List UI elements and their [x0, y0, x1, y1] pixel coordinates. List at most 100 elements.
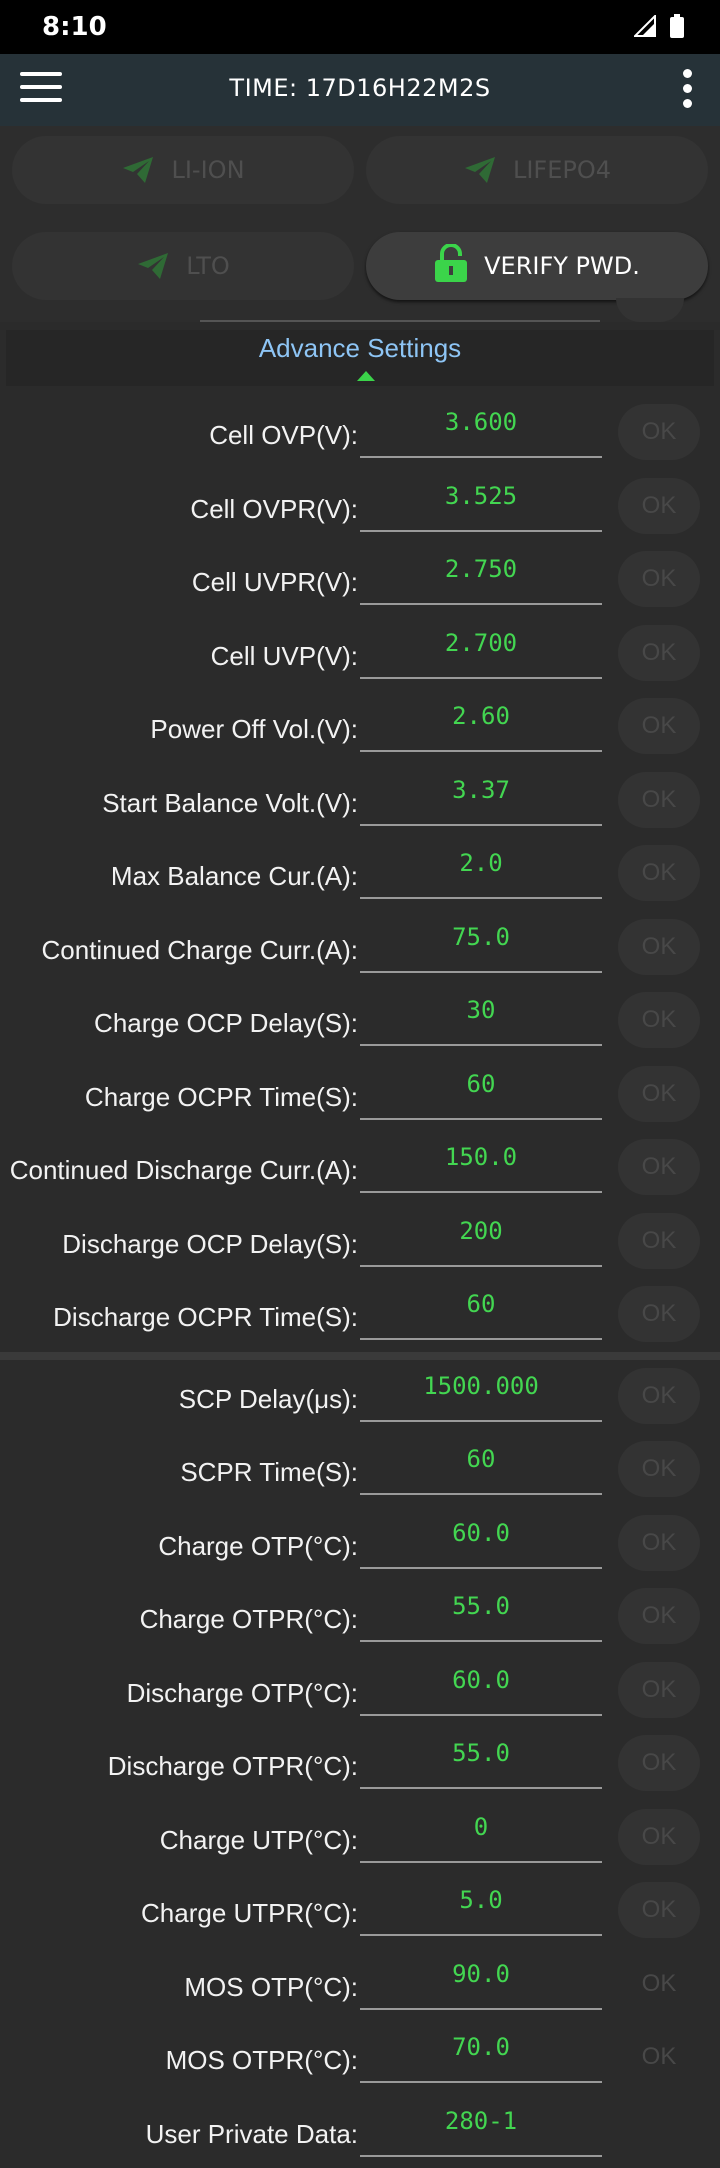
setting-row: Discharge OTPR(°C):55.0OK	[6, 1727, 714, 1801]
setting-row: User Private Data:280-1	[6, 2095, 714, 2168]
setting-value-field[interactable]: 90.0	[360, 1954, 602, 2010]
setting-row: SCPR Time(S):60 OK	[6, 1433, 714, 1507]
setting-label: Discharge OCP Delay(S):	[62, 1229, 358, 1260]
setting-label: Charge OTPR(°C):	[140, 1604, 358, 1635]
setting-label: Max Balance Cur.(A):	[111, 861, 358, 892]
ok-button[interactable]: OK	[618, 1368, 700, 1424]
setting-row: Charge OTPR(°C):55.0 OK	[6, 1580, 714, 1654]
setting-value-field[interactable]: 60	[360, 1284, 602, 1340]
unlock-icon	[434, 244, 468, 288]
setting-row: Continued Charge Curr.(A):75.0 OK	[6, 911, 714, 985]
ok-button[interactable]: OK	[618, 1213, 700, 1269]
setting-value-field[interactable]: 60.0	[360, 1513, 602, 1569]
setting-label: Charge UTPR(°C):	[141, 1898, 358, 1929]
setting-value-field[interactable]: 1500.000	[360, 1366, 602, 1422]
ok-button[interactable]: OK	[618, 625, 700, 681]
ok-button[interactable]: OK	[618, 919, 700, 975]
setting-value-field[interactable]: 2.0	[360, 843, 602, 899]
paper-plane-icon	[463, 156, 497, 184]
ok-button[interactable]: OK	[618, 1735, 700, 1791]
settings-list: Cell OVP(V):3.600OKCell OVPR(V):3.525OKC…	[6, 396, 714, 2168]
ok-button[interactable]: OK	[618, 1882, 700, 1938]
ok-button[interactable]: OK	[618, 845, 700, 901]
ok-button[interactable]: OK	[618, 1286, 700, 1342]
lifepo4-label: LIFEPO4	[513, 156, 611, 184]
setting-label: SCP Delay(μs):	[179, 1384, 358, 1415]
setting-row: Cell OVPR(V):3.525OK	[6, 470, 714, 544]
setting-label: Cell OVP(V):	[209, 420, 358, 451]
verify-password-button[interactable]: VERIFY PWD.	[366, 232, 708, 300]
ok-button[interactable]: OK	[618, 1066, 700, 1122]
ok-button[interactable]: OK	[618, 551, 700, 607]
setting-label: MOS OTPR(°C):	[166, 2045, 358, 2076]
signal-icon	[634, 15, 656, 37]
li-ion-button[interactable]: LI-ION	[12, 136, 354, 204]
li-ion-label: LI-ION	[171, 156, 244, 184]
lifepo4-button[interactable]: LIFEPO4	[366, 136, 708, 204]
setting-row: Charge OTP(°C):60.0OK	[6, 1507, 714, 1581]
ok-button[interactable]: OK	[618, 698, 700, 754]
setting-label: Charge OCP Delay(S):	[94, 1008, 358, 1039]
setting-value-field[interactable]: 150.0	[360, 1137, 602, 1193]
setting-label: Charge OCPR Time(S):	[85, 1082, 358, 1113]
setting-label: SCPR Time(S):	[180, 1457, 358, 1488]
setting-value-field[interactable]: 3.525	[360, 476, 602, 532]
setting-row: Continued Discharge Curr.(A):150.0OK	[6, 1131, 714, 1205]
setting-value-field[interactable]: 2.60	[360, 696, 602, 752]
setting-value-field[interactable]: 2.750	[360, 549, 602, 605]
setting-value-field[interactable]: 60.0	[360, 1660, 602, 1716]
status-bar: 8:10	[0, 0, 720, 54]
ok-button[interactable]: OK	[618, 1139, 700, 1195]
ok-button[interactable]: OK	[618, 1588, 700, 1644]
setting-row: Charge OCP Delay(S):30 OK	[6, 984, 714, 1058]
setting-row: Discharge OCP Delay(S):200 OK	[6, 1205, 714, 1279]
ok-button[interactable]: OK	[618, 1662, 700, 1718]
battery-icon	[670, 14, 684, 38]
setting-value-field[interactable]: 60	[360, 1439, 602, 1495]
setting-label: Cell UVPR(V):	[192, 567, 358, 598]
setting-value-field[interactable]: 55.0	[360, 1586, 602, 1642]
ok-button[interactable]: OK	[618, 2029, 700, 2085]
setting-value-field[interactable]: 280-1	[360, 2101, 602, 2157]
ok-button[interactable]: OK	[618, 992, 700, 1048]
paper-plane-icon	[136, 252, 170, 280]
ok-button[interactable]: OK	[618, 1441, 700, 1497]
setting-value-field[interactable]: 60	[360, 1064, 602, 1120]
setting-row: Discharge OTP(°C):60.0OK	[6, 1654, 714, 1728]
ok-button[interactable]: OK	[618, 772, 700, 828]
lto-label: LTO	[186, 252, 230, 280]
divider	[200, 320, 600, 322]
lto-button[interactable]: LTO	[12, 232, 354, 300]
setting-value-field[interactable]: 70.0	[360, 2027, 602, 2083]
setting-row: Power Off Vol.(V):2.60OK	[6, 690, 714, 764]
setting-value-field[interactable]: 55.0	[360, 1733, 602, 1789]
setting-value-field[interactable]: 75.0	[360, 917, 602, 973]
ok-button[interactable]: OK	[618, 1809, 700, 1865]
status-icons	[634, 14, 684, 38]
ok-button[interactable]: OK	[618, 404, 700, 460]
ok-button[interactable]: OK	[618, 1515, 700, 1571]
setting-value-field[interactable]: 3.37	[360, 770, 602, 826]
setting-label: Start Balance Volt.(V):	[102, 788, 358, 819]
overflow-menu-icon[interactable]	[680, 69, 694, 111]
setting-row: Charge OCPR Time(S):60 OK	[6, 1058, 714, 1132]
setting-label: Charge UTP(°C):	[160, 1825, 358, 1856]
setting-value-field[interactable]: 2.700	[360, 623, 602, 679]
section-divider	[0, 1352, 720, 1360]
setting-value-field[interactable]: 30	[360, 990, 602, 1046]
app-bar: TIME: 17D16H22M2S	[0, 54, 720, 126]
setting-value-field[interactable]: 0	[360, 1807, 602, 1863]
setting-label: User Private Data:	[146, 2119, 358, 2150]
settings-header[interactable]: Advance Settings	[6, 330, 714, 386]
setting-row: Charge UTPR(°C):5.0 OK	[6, 1874, 714, 1948]
setting-value-field[interactable]: 3.600	[360, 402, 602, 458]
preset-area: LI-ION LIFEPO4 LTO VERIFY PWD.	[0, 126, 720, 322]
ok-button[interactable]: OK	[618, 478, 700, 534]
setting-value-field[interactable]: 5.0	[360, 1880, 602, 1936]
setting-value-field[interactable]: 200	[360, 1211, 602, 1267]
setting-label: Cell UVP(V):	[211, 641, 358, 672]
ok-button[interactable]: OK	[618, 1956, 700, 2012]
setting-row: MOS OTP(°C):90.0OK	[6, 1948, 714, 2022]
setting-label: Continued Charge Curr.(A):	[42, 935, 358, 966]
setting-row: Charge UTP(°C):0 OK	[6, 1801, 714, 1875]
